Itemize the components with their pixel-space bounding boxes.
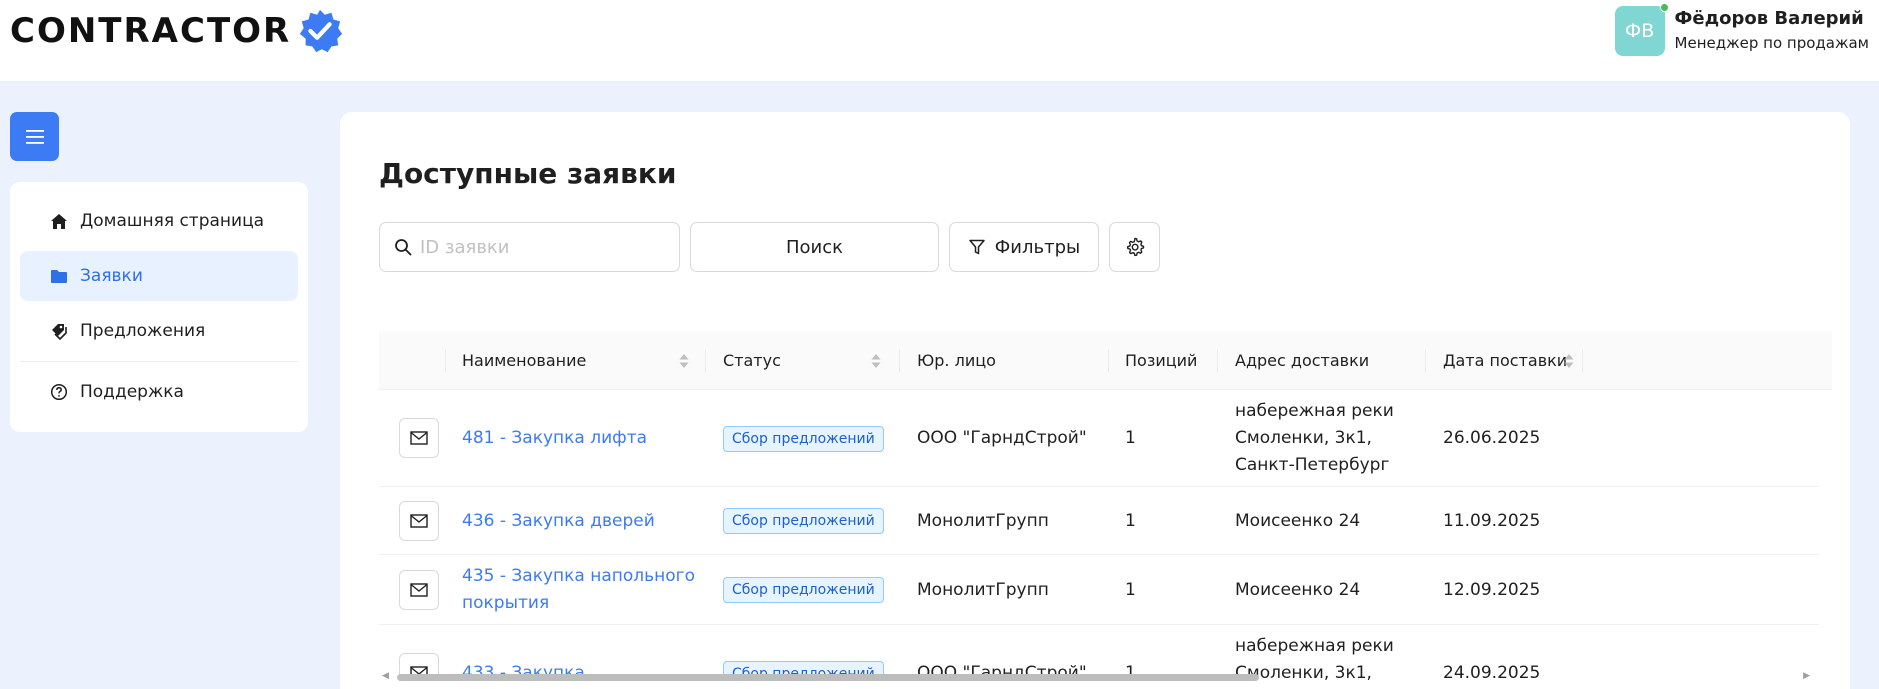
sidebar-item-label: Предложения xyxy=(80,321,206,341)
scroll-right-arrow[interactable]: ▶ xyxy=(1803,671,1810,681)
column-header-address: Адрес доставки xyxy=(1235,351,1370,370)
status-badge: Сбор предложений xyxy=(723,425,884,452)
sidebar-divider xyxy=(20,361,298,362)
search-icon xyxy=(395,239,412,256)
table-row[interactable]: 435 - Закупка напольного покрытия Сбор п… xyxy=(379,555,1819,625)
status-cell: Сбор предложений xyxy=(723,390,884,487)
table-row[interactable]: 436 - Закупка дверей Сбор предложений Мо… xyxy=(379,487,1819,555)
column-header-status[interactable]: Статус xyxy=(723,331,781,390)
requests-table: Наименование Статус Юр. лицо Позиций Адр… xyxy=(379,331,1832,681)
verified-badge-icon xyxy=(300,9,343,53)
gear-icon xyxy=(1126,237,1144,257)
search-field[interactable] xyxy=(379,222,680,272)
table-header: Наименование Статус Юр. лицо Позиций Адр… xyxy=(379,331,1832,390)
column-separator xyxy=(899,349,900,372)
user-profile[interactable]: ФВ Фёдоров Валерий Менеджер по продажам xyxy=(1614,3,1869,56)
filters-button[interactable]: Фильтры xyxy=(949,222,1099,272)
sidebar-item-label: Домашняя страница xyxy=(80,211,265,231)
online-status-dot xyxy=(1659,3,1669,12)
mail-icon xyxy=(410,583,428,597)
column-separator xyxy=(1425,349,1426,372)
search-input[interactable] xyxy=(420,236,660,258)
legal-entity-cell: МонолитГрупп xyxy=(917,579,1049,600)
sidebar-item-home[interactable]: Домашняя страница xyxy=(20,196,298,246)
column-header-name[interactable]: Наименование xyxy=(462,331,586,390)
tags-icon xyxy=(49,321,69,341)
request-name-link[interactable]: 481 - Закупка лифта xyxy=(462,390,742,487)
sidebar-item-label: Заявки xyxy=(80,266,143,286)
sort-icon[interactable] xyxy=(1563,352,1575,370)
message-button[interactable] xyxy=(399,418,439,458)
horizontal-scrollbar[interactable]: ◀ ▶ xyxy=(379,670,1832,681)
date-cell: 12.09.2025 xyxy=(1443,579,1541,600)
home-icon xyxy=(49,211,69,231)
message-button[interactable] xyxy=(399,501,439,541)
table-settings-button[interactable] xyxy=(1109,222,1160,272)
column-separator xyxy=(705,349,706,372)
date-cell: 26.06.2025 xyxy=(1443,428,1541,448)
mail-icon xyxy=(410,514,428,528)
status-badge: Сбор предложений xyxy=(723,508,884,534)
address-cell: набережная реки Смоленки, 3к1, Санкт-Пет… xyxy=(1235,401,1394,475)
main-panel: Доступные заявки Поиск Фильтры Наименова… xyxy=(340,112,1850,689)
request-name-link[interactable]: 436 - Закупка дверей xyxy=(462,487,742,555)
sidebar-item-offers[interactable]: Предложения xyxy=(20,306,298,356)
logo[interactable]: CONTRACTOR xyxy=(10,8,343,54)
column-separator xyxy=(1217,349,1218,372)
status-cell: Сбор предложений xyxy=(723,487,884,555)
date-cell: 11.09.2025 xyxy=(1443,510,1541,531)
message-button[interactable] xyxy=(399,570,439,610)
legal-entity-cell: МонолитГрупп xyxy=(917,510,1049,531)
avatar[interactable]: ФВ xyxy=(1614,3,1669,56)
column-separator xyxy=(1108,349,1109,372)
column-separator xyxy=(1582,349,1583,372)
filter-icon xyxy=(968,238,986,256)
page-title: Доступные заявки xyxy=(379,157,677,190)
scroll-left-arrow[interactable]: ◀ xyxy=(382,671,389,681)
filters-button-label: Фильтры xyxy=(994,236,1081,258)
sidebar: Домашняя страница Заявки Предложения Под… xyxy=(10,182,308,432)
sort-icon[interactable] xyxy=(870,352,882,370)
user-name: Фёдоров Валерий xyxy=(1674,8,1864,29)
address-cell: Моисеенко 24 xyxy=(1235,510,1361,531)
positions-cell: 1 xyxy=(1125,579,1136,600)
sidebar-item-label: Поддержка xyxy=(80,382,184,402)
mail-icon xyxy=(410,431,428,445)
avatar-initials: ФВ xyxy=(1624,20,1655,42)
legal-entity-cell: ООО "ГарндСтрой" xyxy=(917,428,1087,448)
positions-cell: 1 xyxy=(1125,510,1136,531)
user-role: Менеджер по продажам xyxy=(1674,34,1869,52)
hamburger-icon xyxy=(25,129,44,144)
status-badge: Сбор предложений xyxy=(723,577,884,603)
column-header-positions: Позиций xyxy=(1125,351,1198,370)
top-bar: CONTRACTOR ФВ Фёдоров Валерий Менеджер п… xyxy=(0,0,1879,81)
folder-icon xyxy=(49,266,69,286)
request-name-link[interactable]: 435 - Закупка напольного покрытия xyxy=(462,555,722,625)
sort-icon[interactable] xyxy=(678,352,690,370)
menu-toggle-button[interactable] xyxy=(10,112,59,161)
address-cell: Моисеенко 24 xyxy=(1235,579,1361,600)
sidebar-item-requests[interactable]: Заявки xyxy=(20,251,298,301)
table-row[interactable]: 481 - Закупка лифта Сбор предложений ООО… xyxy=(379,390,1819,487)
column-header-date[interactable]: Дата поставки xyxy=(1443,331,1567,390)
question-circle-icon xyxy=(49,382,69,402)
column-header-legal-entity: Юр. лицо xyxy=(917,351,996,370)
horizontal-scroll-thumb[interactable] xyxy=(397,674,1259,681)
user-info: Фёдоров Валерий Менеджер по продажам xyxy=(1675,7,1869,55)
search-button[interactable]: Поиск xyxy=(690,222,939,272)
status-cell: Сбор предложений xyxy=(723,555,884,625)
logo-text: CONTRACTOR xyxy=(10,11,292,51)
sidebar-item-support[interactable]: Поддержка xyxy=(20,367,298,417)
positions-cell: 1 xyxy=(1125,428,1136,448)
column-separator xyxy=(445,349,446,372)
